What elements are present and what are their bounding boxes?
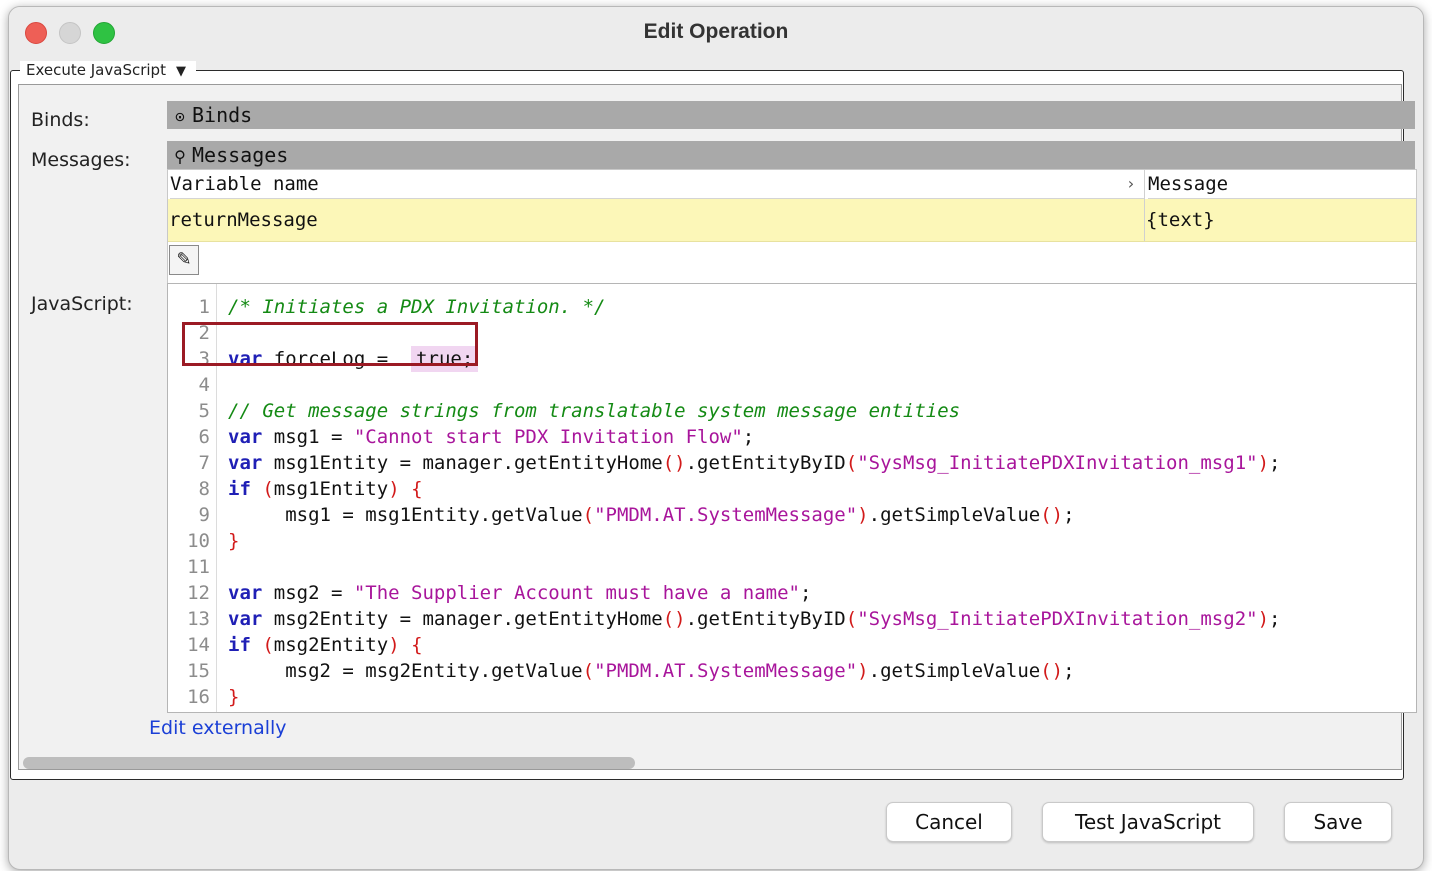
save-button[interactable]: Save [1284, 802, 1392, 842]
line-number: 11 [187, 556, 210, 578]
operation-type-label: Execute JavaScript [26, 61, 166, 79]
column-resize-chevron-icon[interactable]: › [1126, 170, 1142, 199]
line-number: 7 [198, 452, 210, 474]
test-javascript-button[interactable]: Test JavaScript [1042, 802, 1254, 842]
line-number: 4 [198, 374, 210, 396]
code-line: // Get message strings from translatable… [228, 400, 961, 422]
edit-row-pencil-icon[interactable]: ✎ [169, 245, 199, 275]
line-number: 10 [187, 530, 210, 552]
line-number: 6 [198, 426, 210, 448]
cell-message[interactable]: {text} [1146, 199, 1215, 241]
code-line: var msg2Entity = manager.getEntityHome()… [228, 608, 1281, 630]
line-number: 5 [198, 400, 210, 422]
line-number: 8 [198, 478, 210, 500]
code-line: /* Initiates a PDX Invitation. */ [228, 296, 606, 318]
code-line: var msg2 = "The Supplier Account must ha… [228, 582, 812, 604]
scrollbar-thumb[interactable] [23, 757, 635, 769]
title-bar: Edit Operation [9, 7, 1423, 59]
cancel-button[interactable]: Cancel [886, 802, 1012, 842]
messages-bar[interactable]: ⚲ Messages [167, 141, 1415, 169]
operation-type-selector[interactable]: Execute JavaScript ▼ [20, 61, 196, 79]
messages-table: Variable name › Message returnMessage {t… [167, 169, 1417, 288]
binds-bar[interactable]: ⊙ Binds [167, 101, 1415, 129]
horizontal-scrollbar[interactable] [23, 755, 1399, 769]
binds-bar-label: Binds [192, 103, 253, 127]
column-header-variable-name[interactable]: Variable name [170, 170, 1144, 199]
code-line: } [228, 530, 240, 552]
operation-panel: Binds: Messages: JavaScript: ⊙ Binds ⚲ Mes… [18, 84, 1417, 770]
column-divider [1144, 170, 1145, 241]
code-line: var msg1Entity = manager.getEntityHome()… [228, 452, 1281, 474]
edit-externally-link[interactable]: Edit externally [149, 717, 287, 739]
key-icon: ⊙ [175, 107, 185, 126]
line-number: 1 [198, 296, 210, 318]
code-line: if (msg1Entity) { [228, 478, 423, 500]
line-number: 14 [187, 634, 210, 656]
dropdown-caret-icon: ▼ [175, 64, 186, 79]
line-number: 15 [187, 660, 210, 682]
code-line: msg2 = msg2Entity.getValue("PMDM.AT.Syst… [228, 660, 1075, 682]
pin-icon: ⚲ [174, 147, 186, 166]
javascript-label: JavaScript: [31, 293, 133, 315]
code-line: } [228, 686, 240, 708]
cell-variable-name[interactable]: returnMessage [169, 199, 318, 241]
line-number: 16 [187, 686, 210, 708]
line-number: 12 [187, 582, 210, 604]
highlight-annotation-box [182, 322, 478, 366]
binds-label: Binds: [31, 109, 90, 131]
line-number: 13 [187, 608, 210, 630]
messages-label: Messages: [31, 149, 131, 171]
messages-bar-label: Messages [192, 143, 289, 167]
line-number: 9 [198, 504, 210, 526]
column-header-message[interactable]: Message [1148, 170, 1416, 199]
code-line: msg1 = msg1Entity.getValue("PMDM.AT.Syst… [228, 504, 1075, 526]
code-line: var msg1 = "Cannot start PDX Invitation … [228, 426, 755, 448]
window-title: Edit Operation [643, 20, 789, 43]
table-row[interactable]: returnMessage {text} [168, 199, 1416, 242]
code-line: if (msg2Entity) { [228, 634, 423, 656]
